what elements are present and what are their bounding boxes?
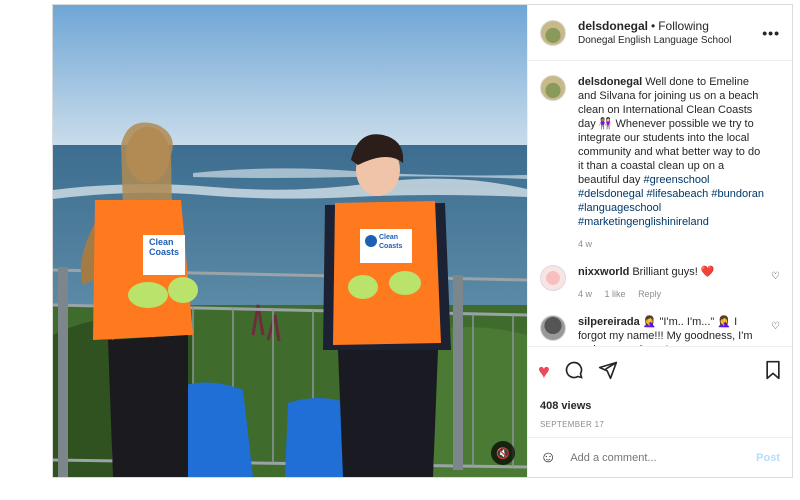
caption-body: delsdonegal Well done to Emeline and Silv…: [578, 75, 780, 251]
vest-line1: Clean: [379, 234, 399, 241]
post-date[interactable]: SEPTEMBER 17: [528, 414, 792, 437]
add-comment-bar: ☺ Post: [528, 437, 792, 477]
comment-time[interactable]: 4 w: [578, 289, 592, 299]
hashtag[interactable]: #greenschool: [643, 174, 709, 186]
beach-scene-image: [53, 5, 527, 477]
hashtag[interactable]: #bundoran: [711, 188, 764, 200]
comment-icon[interactable]: [564, 360, 584, 386]
emoji-icon[interactable]: ☺: [540, 449, 556, 467]
vest-logo-text: Clean Coasts: [149, 237, 179, 257]
caption-text: Well done to Emeline and Silvana for joi…: [578, 76, 761, 186]
comment-body: silpereirada 🤦‍♀️ "I'm.. I'm..." 🤦‍♀️ I f…: [578, 315, 780, 346]
comment-item: silpereirada 🤦‍♀️ "I'm.. I'm..." 🤦‍♀️ I f…: [540, 315, 780, 346]
header-line: delsdonegal • Following: [578, 18, 762, 34]
avatar[interactable]: [540, 19, 566, 46]
location-link[interactable]: Donegal English Language School: [578, 34, 762, 48]
hashtag[interactable]: #lifesabeach: [647, 188, 709, 200]
header-text: delsdonegal • Following Donegal English La…: [578, 18, 762, 48]
hashtag[interactable]: #languageschool: [578, 202, 661, 214]
caption-meta: 4 w: [578, 237, 766, 251]
avatar[interactable]: [540, 265, 566, 291]
post-video[interactable]: Clean Coasts Clean Coasts 🔇: [53, 5, 527, 477]
caption-username[interactable]: delsdonegal: [578, 76, 642, 88]
separator-dot: •: [651, 18, 656, 33]
comments-list: delsdonegal Well done to Emeline and Silv…: [528, 61, 792, 346]
comment-item: nixxworld Brilliant guys! ❤️ 4 w 1 like R…: [540, 265, 780, 301]
comment-like-icon[interactable]: ♡: [771, 321, 780, 332]
mute-icon[interactable]: 🔇: [491, 441, 515, 465]
comment-body: nixxworld Brilliant guys! ❤️ 4 w 1 like R…: [578, 265, 780, 301]
heart-icon[interactable]: ♥: [538, 361, 550, 384]
avatar[interactable]: [540, 75, 566, 101]
comment-like-icon[interactable]: ♡: [771, 271, 780, 282]
comment-meta: 4 w 1 like Reply: [578, 287, 766, 301]
comment-likes[interactable]: 1 like: [605, 289, 626, 299]
vest-line1: Clean: [149, 237, 174, 247]
comment-text: Brilliant guys! ❤️: [632, 266, 715, 278]
hashtag[interactable]: #marketingenglishinireland: [578, 216, 709, 228]
vest-line2: Coasts: [379, 243, 403, 250]
comment-input[interactable]: [570, 451, 757, 464]
post-button[interactable]: Post: [756, 452, 780, 464]
caption-time[interactable]: 4 w: [578, 239, 592, 249]
reply-button[interactable]: Reply: [638, 289, 661, 299]
hashtag[interactable]: #delsdonegal: [578, 188, 643, 200]
views-count[interactable]: 408 views: [528, 398, 792, 414]
comment-username[interactable]: nixxworld: [578, 266, 629, 278]
bookmark-icon[interactable]: [764, 360, 782, 386]
comment-username[interactable]: silpereirada: [578, 316, 640, 328]
avatar[interactable]: [540, 315, 566, 341]
header-username[interactable]: delsdonegal: [578, 19, 648, 33]
more-icon[interactable]: •••: [762, 25, 780, 41]
following-button[interactable]: Following: [658, 19, 709, 33]
post-side-panel: delsdonegal • Following Donegal English La…: [527, 5, 792, 477]
vest-logo-text-2: Clean Coasts: [379, 233, 402, 251]
action-bar: ♥: [528, 346, 792, 398]
vest-line2: Coasts: [149, 247, 180, 257]
post-header: delsdonegal • Following Donegal English La…: [528, 5, 792, 61]
caption: delsdonegal Well done to Emeline and Silv…: [540, 75, 780, 251]
share-icon[interactable]: [598, 360, 618, 386]
post-container: Clean Coasts Clean Coasts 🔇 delsdonegal •…: [52, 4, 793, 478]
